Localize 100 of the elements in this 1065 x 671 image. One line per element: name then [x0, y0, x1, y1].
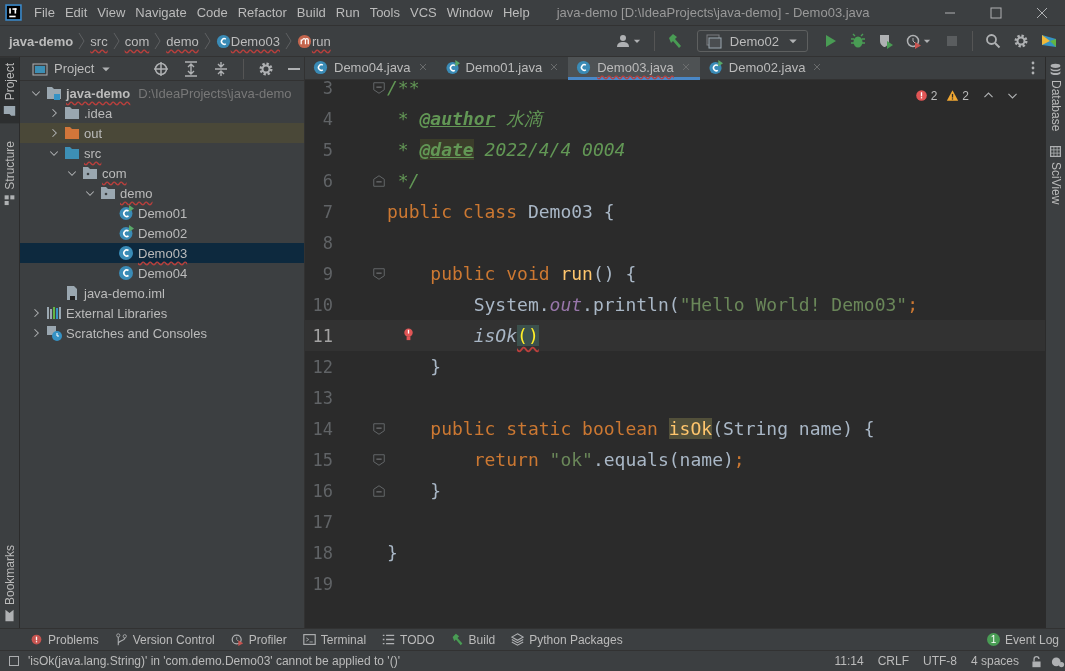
editor-tab[interactable]: Demo01.java: [436, 57, 569, 80]
menu-item[interactable]: Build: [291, 5, 331, 20]
tool-window-button[interactable]: Database: [1046, 63, 1065, 132]
line-number: 6: [321, 170, 333, 191]
breadcrumb[interactable]: demo: [166, 33, 199, 49]
tool-window-button[interactable]: Problems: [24, 632, 105, 647]
breadcrumb[interactable]: Demo03: [230, 33, 280, 49]
collapse-all-icon: [213, 60, 229, 77]
tool-window-button[interactable]: Structure: [0, 135, 19, 214]
tree-item[interactable]: java-demo.iml: [20, 283, 304, 303]
menu-item[interactable]: Code: [191, 5, 233, 20]
tree-item[interactable]: Demo02: [20, 223, 304, 243]
user-icon: [615, 33, 632, 49]
fold-icon: [372, 483, 386, 498]
status-item[interactable]: 11:14: [831, 654, 867, 668]
breadcrumb[interactable]: java-demo: [9, 33, 74, 49]
menu-item[interactable]: Tools: [364, 5, 405, 20]
menu-item[interactable]: Navigate: [130, 5, 192, 20]
tree-item[interactable]: .idea: [20, 103, 304, 123]
menu-item[interactable]: Run: [330, 5, 365, 20]
tool-window-button[interactable]: Build: [444, 632, 502, 647]
tree-item[interactable]: Demo01: [20, 203, 304, 223]
code-line: return "ok".equals(name);: [472, 449, 745, 470]
editor-tab[interactable]: Demo03.java: [568, 57, 700, 80]
status-item[interactable]: 4 spaces: [967, 654, 1022, 668]
line-number: 7: [321, 201, 333, 222]
tree-item[interactable]: out: [20, 123, 304, 143]
app-logo-icon: [5, 4, 22, 21]
chevron-separator-icon: [154, 32, 162, 50]
tree-item-label: java-demo: [66, 85, 131, 101]
event-log-button[interactable]: 1 Event Log: [980, 632, 1065, 647]
tree-item[interactable]: demo: [20, 183, 304, 203]
menu-item[interactable]: Refactor: [232, 5, 292, 20]
project-view-dropdown[interactable]: Project: [32, 60, 113, 77]
tree-item[interactable]: java-demo D:\IdeaProjects\java-demo: [20, 83, 304, 103]
breadcrumb[interactable]: src: [90, 33, 108, 49]
tree-item[interactable]: Demo04: [20, 263, 304, 283]
runnable-class-icon: [707, 59, 723, 75]
menu-item[interactable]: File: [29, 5, 60, 20]
line-number: 8: [321, 232, 333, 253]
chevron-separator-icon: [78, 32, 86, 50]
menu-item[interactable]: Help: [497, 5, 535, 20]
error-icon: [914, 89, 928, 102]
runnable-class-icon: [118, 225, 134, 241]
scratch-clock-icon: [46, 325, 62, 341]
runnable-class-icon: [118, 205, 134, 221]
status-item[interactable]: CRLF: [874, 654, 912, 668]
module-folder-icon: [46, 85, 62, 101]
tool-window-button[interactable]: Python Packages: [505, 632, 629, 647]
menu-item[interactable]: VCS: [405, 5, 442, 20]
tool-window-button[interactable]: Version Control: [108, 632, 221, 647]
tree-item-label: com: [102, 165, 127, 181]
tool-window-button[interactable]: SciView: [1046, 145, 1065, 205]
tree-item-label: src: [84, 145, 102, 161]
tree-item[interactable]: Demo03: [20, 243, 304, 263]
minus-icon: [288, 67, 300, 70]
editor-tab[interactable]: Demo02.java: [699, 57, 832, 80]
method-icon: [296, 33, 312, 49]
warning-count: 2: [962, 88, 969, 103]
breadcrumb[interactable]: run: [311, 33, 331, 49]
expand-all-icon: [183, 60, 199, 77]
line-number: 15: [311, 449, 333, 470]
status-item[interactable]: UTF-8: [919, 654, 960, 668]
tree-item-label: out: [84, 125, 103, 141]
line-number: 10: [311, 294, 333, 315]
tool-window-button[interactable]: Project: [0, 57, 19, 124]
menu-item[interactable]: Edit: [59, 5, 93, 20]
grid-icon: [1049, 145, 1062, 159]
tree-item[interactable]: com: [20, 163, 304, 183]
source-folder-icon: [64, 145, 80, 161]
shield-run-icon: [878, 33, 894, 49]
fold-icon: [372, 421, 386, 436]
terminal-icon: [302, 633, 316, 646]
maximize-icon: [988, 4, 1004, 21]
code-line: }: [429, 480, 442, 501]
tool-window-button[interactable]: Terminal: [296, 632, 373, 647]
fold-icon: [372, 452, 386, 467]
tool-window-button[interactable]: Profiler: [224, 632, 293, 647]
tool-window-button[interactable]: Bookmarks: [0, 538, 19, 628]
code-line: }: [387, 542, 398, 563]
line-number: 14: [311, 418, 333, 439]
tree-item[interactable]: src: [20, 143, 304, 163]
tree-item[interactable]: Scratches and Consoles: [20, 323, 304, 343]
fold-icon: [372, 266, 386, 281]
hammer-icon: [666, 33, 683, 49]
tree-item[interactable]: External Libraries: [20, 303, 304, 323]
tool-window-button[interactable]: TODO: [376, 632, 441, 647]
menu-item[interactable]: View: [92, 5, 131, 20]
stop-icon: [944, 33, 960, 49]
line-number: 18: [311, 542, 333, 563]
runnable-class-icon: [444, 59, 460, 75]
editor-tab[interactable]: Demo04.java: [305, 57, 437, 80]
libraries-icon: [46, 305, 62, 321]
run-configuration-dropdown[interactable]: Demo02: [696, 30, 808, 52]
menu-item[interactable]: Window: [441, 5, 498, 20]
lock-icon: [1030, 654, 1043, 668]
breadcrumb[interactable]: com: [124, 33, 150, 49]
minimize-icon: [945, 11, 955, 14]
database-icon: [1049, 63, 1062, 76]
line-number: 4: [321, 108, 333, 129]
